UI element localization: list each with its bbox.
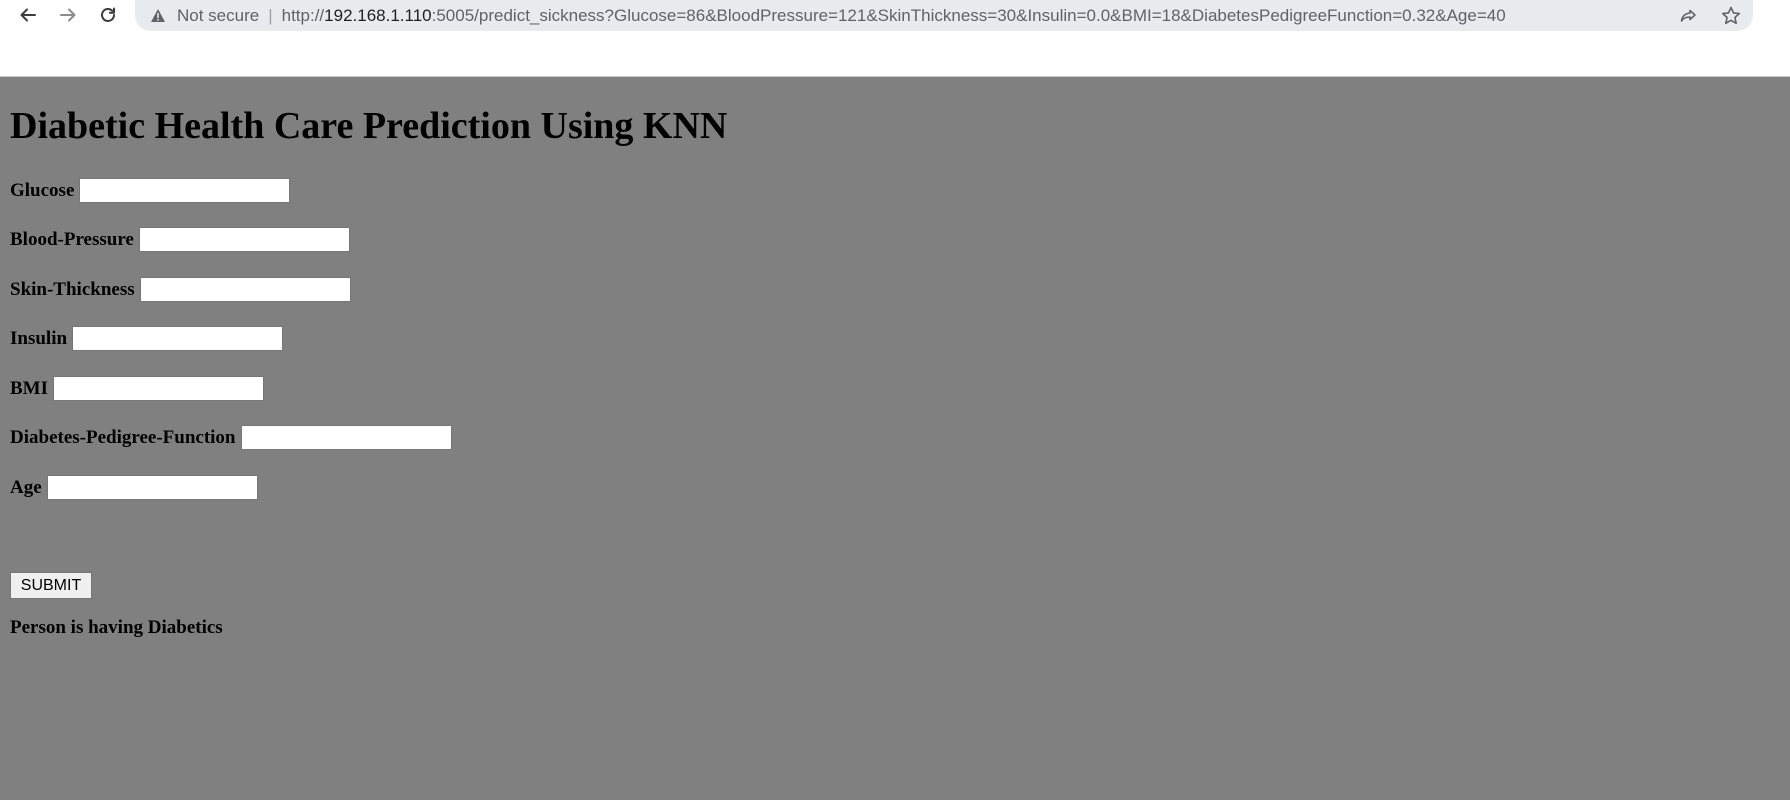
insulin-row: Insulin: [10, 326, 284, 351]
glucose-input[interactable]: [79, 178, 291, 203]
url-text[interactable]: http://192.168.1.110:5005/predict_sickne…: [282, 6, 1506, 26]
url-prefix: http://: [281, 5, 325, 25]
bmi-input[interactable]: [53, 376, 264, 401]
skin-thickness-label: Skin-Thickness: [10, 278, 135, 300]
star-icon[interactable]: [1721, 6, 1741, 25]
age-label: Age: [10, 476, 42, 498]
diabetes-pedigree-function-label: Diabetes-Pedigree-Function: [10, 426, 236, 448]
age-row: Age: [10, 475, 258, 500]
url-path: :5005/predict_sickness?Glucose=86&BloodP…: [431, 5, 1506, 25]
skin-thickness-row: Skin-Thickness: [10, 277, 351, 302]
browser-toolbar: Not secure | http://192.168.1.110:5005/p…: [0, 0, 1790, 77]
omnibox-separator: |: [268, 5, 273, 25]
skin-thickness-input[interactable]: [139, 277, 351, 302]
reload-icon[interactable]: [90, 0, 126, 30]
security-status-label[interactable]: Not secure: [177, 6, 259, 26]
page-content: Diabetic Health Care Prediction Using KN…: [0, 77, 1790, 800]
url-host: 192.168.1.110: [324, 5, 432, 25]
bmi-row: BMI: [10, 376, 264, 401]
glucose-label: Glucose: [10, 179, 75, 201]
insulin-input[interactable]: [72, 326, 284, 351]
blood-pressure-label: Blood-Pressure: [10, 228, 134, 250]
age-input[interactable]: [46, 475, 258, 500]
page-title: Diabetic Health Care Prediction Using KN…: [10, 105, 728, 147]
submit-button[interactable]: SUBMIT: [10, 572, 92, 599]
prediction-result: Person is having Diabetics: [10, 617, 223, 638]
glucose-row: Glucose: [10, 178, 291, 203]
share-icon[interactable]: [1679, 7, 1699, 25]
diabetes-pedigree-function-row: Diabetes-Pedigree-Function: [10, 425, 452, 450]
insulin-label: Insulin: [10, 327, 68, 349]
omnibox-actions: [1679, 0, 1741, 31]
diabetes-pedigree-function-input[interactable]: [240, 425, 452, 450]
blood-pressure-input[interactable]: [138, 227, 350, 252]
warning-triangle-icon[interactable]: [149, 7, 167, 25]
blood-pressure-row: Blood-Pressure: [10, 227, 350, 252]
forward-arrow-icon[interactable]: [50, 0, 86, 30]
address-bar[interactable]: Not secure | http://192.168.1.110:5005/p…: [135, 0, 1753, 31]
back-arrow-icon[interactable]: [10, 0, 46, 30]
bmi-label: BMI: [10, 377, 48, 399]
